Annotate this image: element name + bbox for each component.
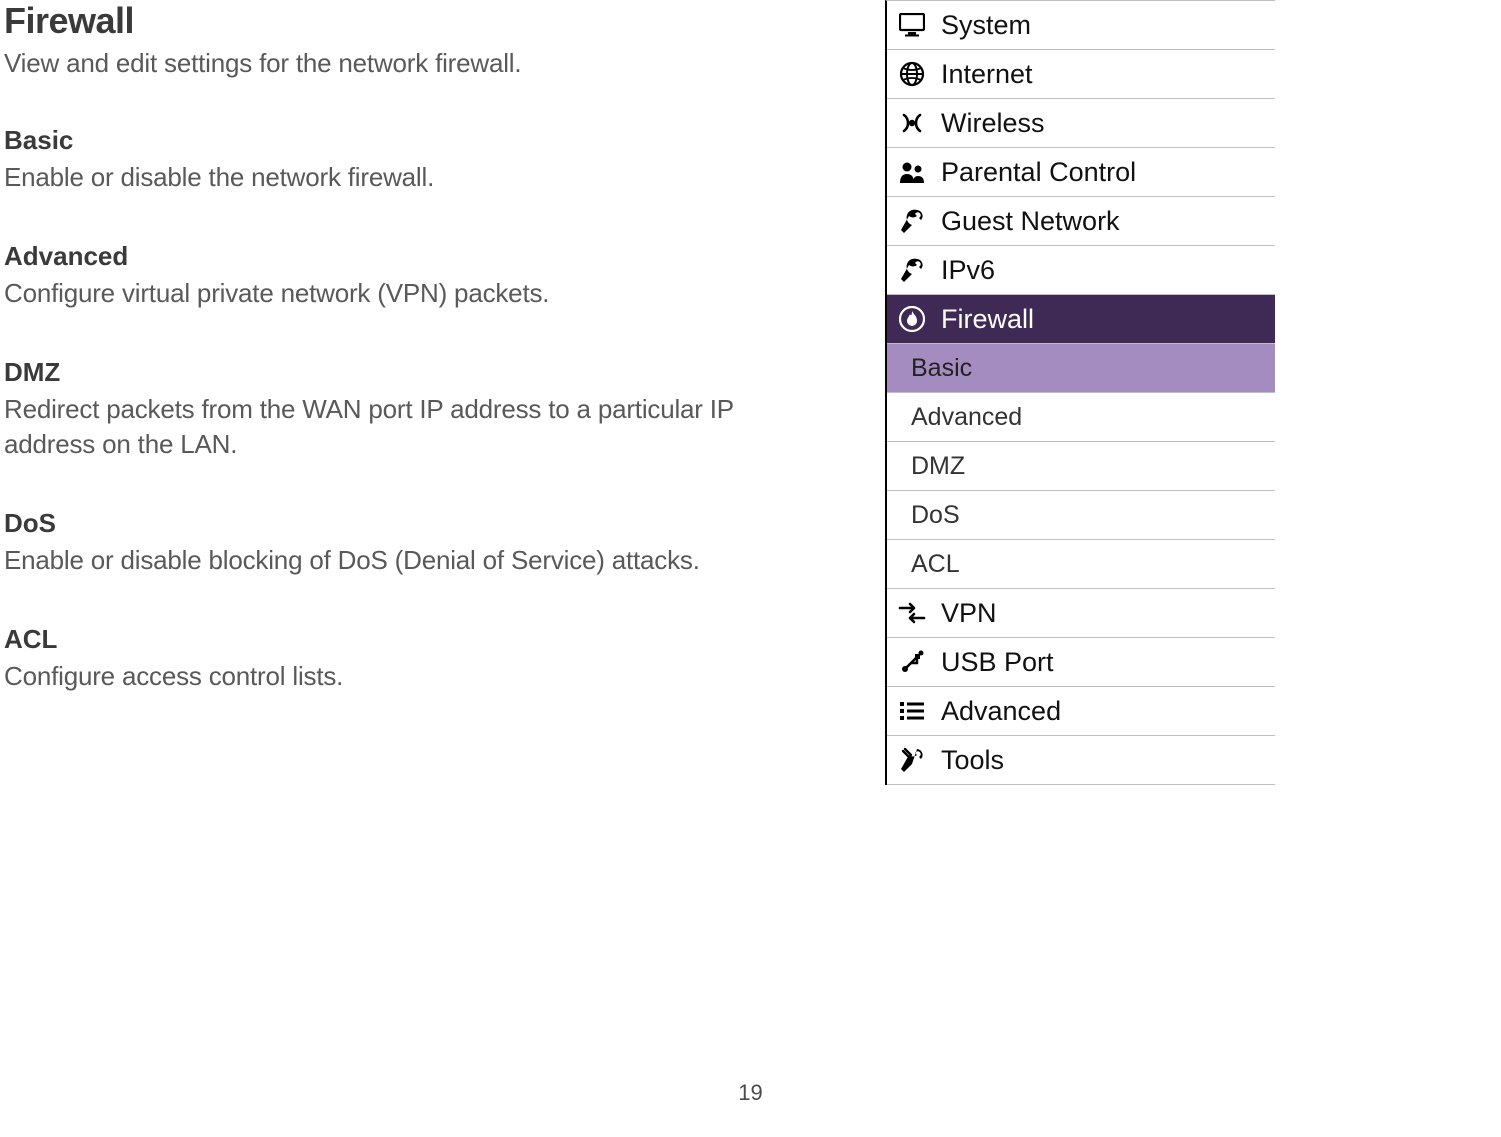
- section-desc: Enable or disable the network firewall.: [4, 160, 820, 195]
- nav-item-label: Wireless: [941, 108, 1045, 139]
- nav-item-label: IPv6: [941, 255, 995, 286]
- globe-icon: [897, 61, 927, 87]
- wrench-icon: [897, 257, 927, 283]
- section-heading: Advanced: [4, 241, 820, 272]
- wrench-icon: [897, 208, 927, 234]
- list-icon: [897, 700, 927, 722]
- nav-item-internet[interactable]: Internet: [887, 50, 1275, 99]
- nav-item-label: Guest Network: [941, 206, 1120, 237]
- nav-item-guest-network[interactable]: Guest Network: [887, 197, 1275, 246]
- section-desc: Enable or disable blocking of DoS (Denia…: [4, 543, 820, 578]
- subnav-item-label: ACL: [911, 550, 960, 579]
- section-dos: DoS Enable or disable blocking of DoS (D…: [4, 508, 820, 578]
- nav-item-ipv6[interactable]: IPv6: [887, 246, 1275, 295]
- nav-item-label: Internet: [941, 59, 1033, 90]
- section-heading: DoS: [4, 508, 820, 539]
- monitor-icon: [897, 13, 927, 37]
- section-heading: ACL: [4, 624, 820, 655]
- nav-item-wireless[interactable]: Wireless: [887, 99, 1275, 148]
- nav-item-parental-control[interactable]: Parental Control: [887, 148, 1275, 197]
- subnav-item-advanced[interactable]: Advanced: [887, 393, 1275, 442]
- section-desc: Configure access control lists.: [4, 659, 820, 694]
- subnav-item-label: DMZ: [911, 452, 965, 481]
- nav-item-label: Advanced: [941, 696, 1061, 727]
- nav-item-advanced[interactable]: Advanced: [887, 687, 1275, 736]
- page-number: 19: [0, 1080, 1501, 1106]
- nav-item-label: Tools: [941, 745, 1004, 776]
- nav-item-vpn[interactable]: VPN: [887, 589, 1275, 638]
- section-desc: Configure virtual private network (VPN) …: [4, 276, 820, 311]
- page-title: Firewall: [4, 0, 820, 42]
- usb-icon: [897, 649, 927, 675]
- doc-column: Firewall View and edit settings for the …: [0, 0, 820, 695]
- section-dmz: DMZ Redirect packets from the WAN port I…: [4, 357, 820, 462]
- subnav-item-dos[interactable]: DoS: [887, 491, 1275, 540]
- nav-item-usb-port[interactable]: USB Port: [887, 638, 1275, 687]
- nav-item-label: Firewall: [941, 304, 1034, 335]
- nav-item-firewall[interactable]: Firewall: [887, 295, 1275, 344]
- subnav-item-label: Basic: [911, 354, 972, 383]
- nav-item-tools[interactable]: Tools: [887, 736, 1275, 785]
- nav-item-label: Parental Control: [941, 157, 1136, 188]
- section-acl: ACL Configure access control lists.: [4, 624, 820, 694]
- nav-item-label: System: [941, 10, 1031, 41]
- wireless-icon: [897, 111, 927, 135]
- nav-item-label: VPN: [941, 598, 997, 629]
- subnav-item-basic[interactable]: Basic: [887, 344, 1275, 393]
- vpn-arrows-icon: [897, 601, 927, 625]
- section-heading: Basic: [4, 125, 820, 156]
- subnav-item-label: Advanced: [911, 403, 1022, 432]
- subnav-item-dmz[interactable]: DMZ: [887, 442, 1275, 491]
- firewall-icon: [897, 306, 927, 332]
- section-desc: Redirect packets from the WAN port IP ad…: [4, 392, 820, 462]
- people-icon: [897, 160, 927, 184]
- sidebar-nav: System Internet Wireless Parental Contro…: [885, 0, 1275, 785]
- nav-item-label: USB Port: [941, 647, 1054, 678]
- section-basic: Basic Enable or disable the network fire…: [4, 125, 820, 195]
- tools-icon: [897, 747, 927, 773]
- section-advanced: Advanced Configure virtual private netwo…: [4, 241, 820, 311]
- page-lead: View and edit settings for the network f…: [4, 48, 820, 79]
- subnav-item-acl[interactable]: ACL: [887, 540, 1275, 589]
- nav-item-system[interactable]: System: [887, 1, 1275, 50]
- section-heading: DMZ: [4, 357, 820, 388]
- subnav-item-label: DoS: [911, 501, 960, 530]
